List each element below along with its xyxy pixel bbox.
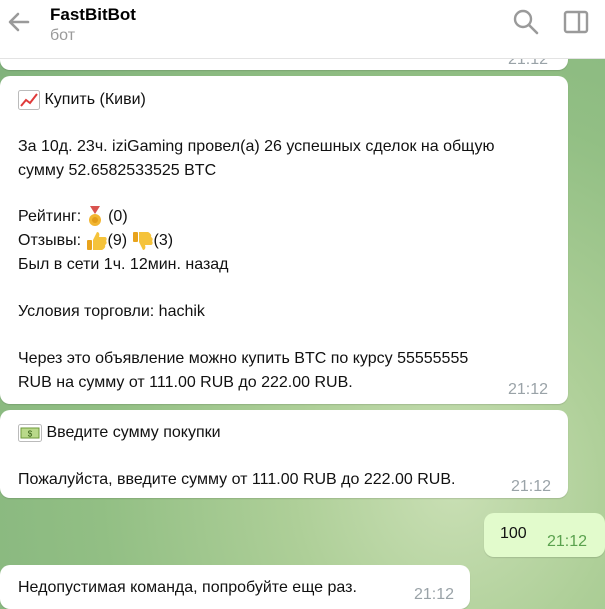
chat-title[interactable]: FastBitBot xyxy=(50,5,136,25)
offer-rate-line-2: RUB на сумму от 111.00 RUB до 222.00 RUB… xyxy=(18,374,353,391)
side-panel-icon[interactable] xyxy=(562,8,590,36)
message-bubble-user: 100 21:12 xyxy=(484,513,605,557)
back-arrow-icon[interactable] xyxy=(6,9,32,35)
chat-header: FastBitBot бот xyxy=(0,0,605,59)
banknote-icon: $ xyxy=(18,423,42,442)
offer-rate-line-1: Через это объявление можно купить BTC по… xyxy=(18,350,469,367)
amount-text: Пожалуйста, введите сумму от 111.00 RUB … xyxy=(18,471,456,488)
offer-title-line: Купить (Киви) xyxy=(18,88,146,111)
thumbs-down-icon xyxy=(132,231,153,250)
offer-rating-line: Рейтинг: (0) xyxy=(18,205,128,228)
message-time: 21:12 xyxy=(414,586,455,603)
offer-online-line: Был в сети 1ч. 12мин. назад xyxy=(18,256,229,273)
reviews-label: Отзывы: xyxy=(18,232,82,249)
offer-title: Купить (Киви) xyxy=(44,91,146,108)
error-text: Недопустимая команда, попробуйте еще раз… xyxy=(18,579,357,596)
reviews-negative: (3) xyxy=(153,232,174,249)
rating-label: Рейтинг: xyxy=(18,208,82,225)
offer-summary-line-1: За 10д. 23ч. iziGaming провел(а) 26 успе… xyxy=(18,138,495,155)
amount-title: Введите сумму покупки xyxy=(46,424,221,441)
rating-value: (0) xyxy=(108,208,128,225)
thumbs-up-icon xyxy=(86,231,107,250)
message-time: 21:12 xyxy=(547,533,588,550)
message-bubble-amount-prompt: $ Введите сумму покупки Пожалуйста, введ… xyxy=(0,410,568,498)
reviews-positive: (9) xyxy=(107,232,128,249)
message-time: 21:12 xyxy=(508,381,549,398)
message-bubble-offer: Купить (Киви) За 10д. 23ч. iziGaming про… xyxy=(0,76,568,404)
message-bubble-error: Недопустимая команда, попробуйте еще раз… xyxy=(0,565,470,609)
chat-subtitle: бот xyxy=(50,27,76,44)
svg-text:$: $ xyxy=(28,429,33,438)
amount-title-line: $ Введите сумму покупки xyxy=(18,421,221,444)
search-icon[interactable] xyxy=(512,8,540,36)
chart-increasing-icon xyxy=(18,89,40,110)
offer-summary-line-2: сумму 52.6582533525 BTC xyxy=(18,162,217,179)
offer-reviews-line: Отзывы: (9) (3) xyxy=(18,229,173,252)
message-time: 21:12 xyxy=(511,478,552,495)
offer-terms-line: Условия торговли: hachik xyxy=(18,303,205,320)
user-message-text: 100 xyxy=(500,525,527,542)
medal-icon xyxy=(88,205,101,226)
